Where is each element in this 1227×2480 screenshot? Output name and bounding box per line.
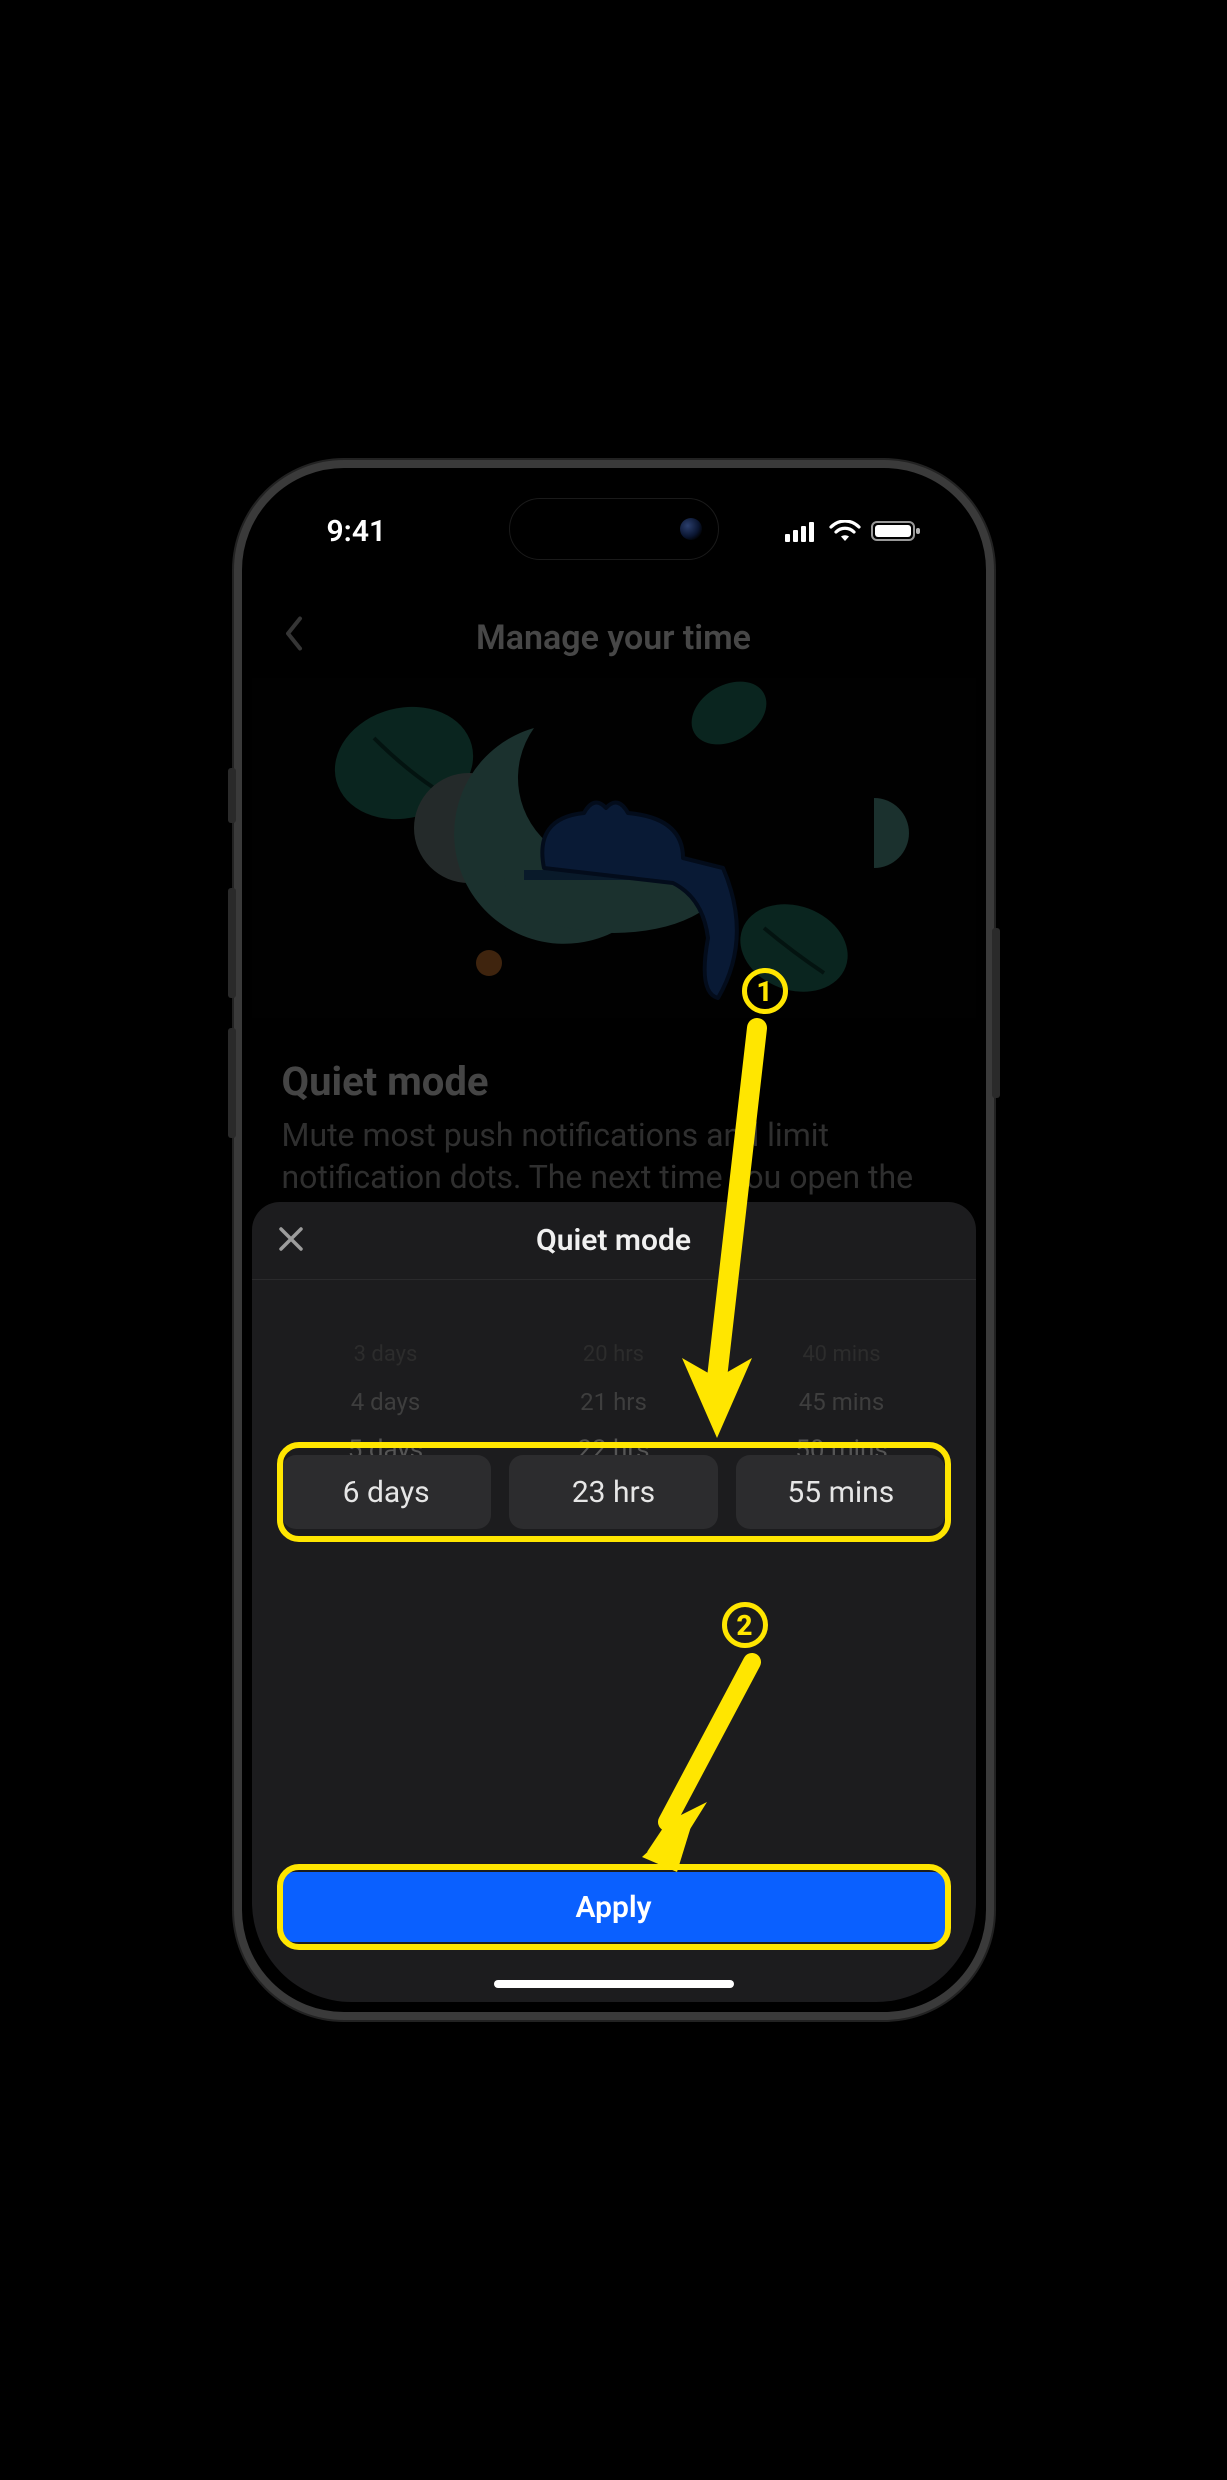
picker-item[interactable]: 21 hrs	[580, 1378, 647, 1426]
screen: 9:41	[252, 478, 976, 2002]
quiet-mode-illustration	[252, 678, 976, 1018]
front-camera	[680, 518, 702, 540]
quiet-mode-sheet: Quiet mode 3 days 4 days 5 days 20 hrs 2…	[252, 1202, 976, 2002]
picker-item[interactable]: 4 days	[351, 1378, 421, 1426]
annotation-arrow-2	[622, 1642, 782, 1892]
side-button-volume-down	[228, 1028, 236, 1138]
picker-item[interactable]: 45 mins	[799, 1378, 884, 1426]
side-button-volume-up	[228, 888, 236, 998]
dynamic-island	[509, 498, 719, 560]
days-selected[interactable]: 6 days	[282, 1455, 491, 1529]
picker-item[interactable]: 3 days	[354, 1330, 418, 1378]
wifi-icon	[829, 520, 861, 542]
nav-bar: Manage your time	[252, 598, 976, 678]
battery-icon	[871, 520, 921, 542]
close-icon[interactable]	[276, 1224, 306, 1258]
back-chevron-icon[interactable]	[282, 615, 304, 662]
status-icons	[785, 520, 921, 542]
sheet-header: Quiet mode	[252, 1202, 976, 1280]
cellular-icon	[785, 520, 819, 542]
home-indicator[interactable]	[494, 1980, 734, 1988]
hours-selected[interactable]: 23 hrs	[509, 1455, 718, 1529]
picker-selected-row: 6 days 23 hrs 55 mins	[282, 1455, 946, 1529]
minutes-selected[interactable]: 55 mins	[736, 1455, 945, 1529]
annotation-badge-2: 2	[722, 1602, 768, 1648]
nav-title: Manage your time	[476, 618, 751, 658]
side-button-power	[992, 928, 1000, 1098]
annotation-badge-1: 1	[742, 968, 788, 1014]
side-button-silent	[228, 768, 236, 823]
phone-frame: 9:41	[234, 460, 994, 2020]
apply-button[interactable]: Apply	[282, 1872, 946, 1942]
quiet-mode-heading: Quiet mode	[282, 1058, 946, 1105]
status-time: 9:41	[327, 514, 387, 549]
picker-item[interactable]: 20 hrs	[583, 1330, 644, 1378]
picker-item[interactable]: 40 mins	[802, 1330, 880, 1378]
sheet-title: Quiet mode	[536, 1223, 691, 1258]
